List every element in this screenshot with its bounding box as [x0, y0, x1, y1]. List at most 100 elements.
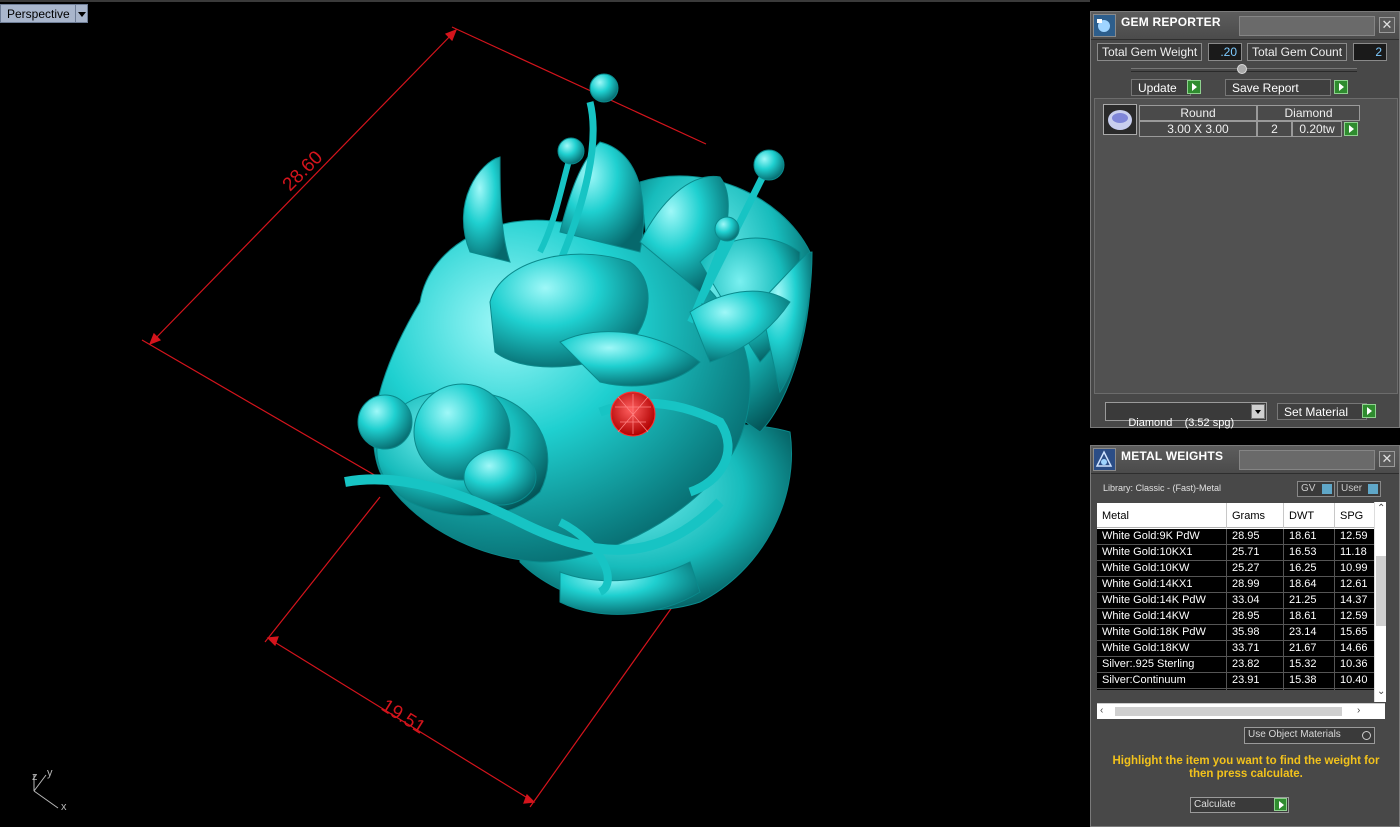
user-toggle-knob[interactable]: [1368, 484, 1378, 494]
cell-grams[interactable]: 23.91: [1227, 673, 1284, 688]
gem-size-cell[interactable]: 3.00 X 3.00: [1139, 121, 1257, 137]
cell-metal[interactable]: White Gold:14KW: [1097, 609, 1227, 624]
scroll-left-icon[interactable]: ‹: [1100, 705, 1103, 716]
cell-metal[interactable]: White Gold:18K PdW: [1097, 625, 1227, 640]
viewport-dropdown-icon[interactable]: [75, 4, 88, 23]
cell-dwt[interactable]: 21.25: [1284, 593, 1335, 608]
cell-grams[interactable]: 26.53: [1227, 689, 1284, 690]
update-arrow-icon[interactable]: [1187, 80, 1201, 94]
table-row[interactable]: Silver:Continuum 23.91 15.38 10.40: [1097, 673, 1386, 689]
diamond-gem-eye[interactable]: [610, 391, 656, 437]
cell-grams[interactable]: 33.04: [1227, 593, 1284, 608]
use-object-materials-toggle[interactable]: Use Object Materials: [1244, 727, 1375, 744]
viewport-tab[interactable]: Perspective: [0, 4, 88, 23]
radio-icon[interactable]: [1362, 731, 1371, 740]
cell-metal[interactable]: White Gold:9K PdW: [1097, 529, 1227, 544]
calculate-arrow-icon[interactable]: [1274, 798, 1287, 811]
viewport-title[interactable]: Perspective: [0, 4, 76, 23]
metal-weights-table: Metal Grams DWT SPG White Gold:9K PdW 28.…: [1097, 503, 1386, 690]
scroll-up-icon[interactable]: ⌃: [1377, 503, 1385, 514]
table-row[interactable]: Silver:.925 Sterling 23.82 15.32 10.36: [1097, 657, 1386, 673]
gem-reporter-panel: GEM REPORTER ✕ Total Gem Weight .20 Tota…: [1090, 11, 1400, 429]
table-row[interactable]: White Gold:14KW 28.95 18.61 12.59: [1097, 609, 1386, 625]
metal-weights-close-icon[interactable]: ✕: [1379, 451, 1395, 467]
gem-row-arrow-icon[interactable]: [1344, 122, 1358, 136]
gem-slider[interactable]: [1131, 64, 1357, 74]
cell-metal[interactable]: White Gold:14KX1: [1097, 577, 1227, 592]
axis-x-label: x: [61, 801, 67, 813]
cell-grams[interactable]: 23.82: [1227, 657, 1284, 672]
save-report-button[interactable]: Save Report: [1225, 79, 1331, 96]
gem-count-cell[interactable]: 2: [1257, 121, 1292, 137]
column-header-metal[interactable]: Metal: [1097, 503, 1227, 528]
chevron-down-icon[interactable]: [1251, 404, 1265, 419]
cell-metal[interactable]: Silver:.925 Sterling: [1097, 657, 1227, 672]
gv-toggle-knob[interactable]: [1322, 484, 1332, 494]
cell-dwt[interactable]: 18.61: [1284, 529, 1335, 544]
metal-table-horizontal-scrollbar[interactable]: ‹ ›: [1097, 703, 1385, 719]
save-report-arrow-icon[interactable]: [1334, 80, 1348, 94]
table-row[interactable]: White Gold:18K PdW 35.98 23.14 15.65: [1097, 625, 1386, 641]
cell-metal[interactable]: White Gold:10KX1: [1097, 545, 1227, 560]
gem-slider-knob[interactable]: [1237, 64, 1247, 74]
gem-reporter-titlebar[interactable]: GEM REPORTER ✕: [1091, 12, 1399, 40]
table-row[interactable]: White Gold:9K PdW 28.95 18.61 12.59: [1097, 529, 1386, 545]
cell-dwt[interactable]: 21.67: [1284, 641, 1335, 656]
scroll-right-icon[interactable]: ›: [1357, 705, 1360, 716]
gem-shape-cell[interactable]: Round: [1139, 105, 1257, 121]
cell-dwt[interactable]: 17.06: [1284, 689, 1335, 690]
table-row[interactable]: White Gold:10KX1 25.71 16.53 11.18: [1097, 545, 1386, 561]
height-dimension-label: 28.60: [279, 147, 327, 195]
gem-reporter-icon: [1093, 14, 1116, 37]
gv-toggle[interactable]: GV: [1297, 481, 1335, 497]
cell-metal[interactable]: Rose Gold:10KR: [1097, 689, 1227, 690]
horizontal-scroll-thumb[interactable]: [1115, 707, 1342, 716]
metal-weights-icon: [1093, 448, 1116, 471]
cell-grams[interactable]: 28.95: [1227, 529, 1284, 544]
cell-grams[interactable]: 35.98: [1227, 625, 1284, 640]
cell-dwt[interactable]: 15.32: [1284, 657, 1335, 672]
dragon-ring-model[interactable]: [344, 73, 813, 615]
scroll-down-icon[interactable]: ⌄: [1377, 686, 1385, 697]
set-material-arrow-icon[interactable]: [1362, 404, 1376, 418]
3d-scene[interactable]: 28.60 19.51 z y x: [0, 2, 1090, 827]
width-dimension-label: 19.51: [377, 695, 428, 738]
cell-dwt[interactable]: 15.38: [1284, 673, 1335, 688]
cell-dwt[interactable]: 18.61: [1284, 609, 1335, 624]
cell-grams[interactable]: 28.99: [1227, 577, 1284, 592]
calculate-button[interactable]: Calculate: [1190, 797, 1289, 813]
cell-dwt[interactable]: 16.25: [1284, 561, 1335, 576]
table-row[interactable]: White Gold:18KW 33.71 21.67 14.66: [1097, 641, 1386, 657]
table-row[interactable]: Rose Gold:10KR26.5317.0611.54: [1097, 689, 1386, 690]
user-toggle[interactable]: User: [1337, 481, 1381, 497]
cell-metal[interactable]: White Gold:10KW: [1097, 561, 1227, 576]
perspective-viewport[interactable]: 28.60 19.51 z y x Perspective: [0, 0, 1090, 827]
axis-y-label: y: [47, 767, 53, 779]
total-gem-count-value: 2: [1353, 43, 1387, 61]
cell-metal[interactable]: White Gold:18KW: [1097, 641, 1227, 656]
gem-material-cell[interactable]: Diamond: [1257, 105, 1360, 121]
cell-metal[interactable]: Silver:Continuum: [1097, 673, 1227, 688]
cell-metal[interactable]: White Gold:14K PdW: [1097, 593, 1227, 608]
metal-weights-titlebar[interactable]: METAL WEIGHTS ✕: [1091, 446, 1399, 474]
cell-dwt[interactable]: 16.53: [1284, 545, 1335, 560]
round-gem-thumbnail[interactable]: [1103, 104, 1137, 135]
cell-dwt[interactable]: 23.14: [1284, 625, 1335, 640]
column-header-dwt[interactable]: DWT: [1284, 503, 1335, 528]
cell-grams[interactable]: 25.71: [1227, 545, 1284, 560]
table-row[interactable]: White Gold:14KX1 28.99 18.64 12.61: [1097, 577, 1386, 593]
gem-material-select[interactable]: Diamond (3.52 spg): [1105, 402, 1267, 429]
metal-table-vertical-scrollbar[interactable]: ⌃ ⌄: [1374, 502, 1386, 702]
table-row[interactable]: White Gold:14K PdW 33.04 21.25 14.37: [1097, 593, 1386, 609]
cell-grams[interactable]: 33.71: [1227, 641, 1284, 656]
vertical-scroll-thumb[interactable]: [1376, 556, 1386, 626]
cell-dwt[interactable]: 18.64: [1284, 577, 1335, 592]
column-header-grams[interactable]: Grams: [1227, 503, 1284, 528]
gem-weight-cell[interactable]: 0.20tw: [1292, 121, 1342, 137]
set-material-button[interactable]: Set Material: [1277, 403, 1367, 420]
cell-grams[interactable]: 28.95: [1227, 609, 1284, 624]
update-button[interactable]: Update: [1131, 79, 1191, 96]
gem-reporter-close-icon[interactable]: ✕: [1379, 17, 1395, 33]
cell-grams[interactable]: 25.27: [1227, 561, 1284, 576]
table-row[interactable]: White Gold:10KW 25.27 16.25 10.99: [1097, 561, 1386, 577]
